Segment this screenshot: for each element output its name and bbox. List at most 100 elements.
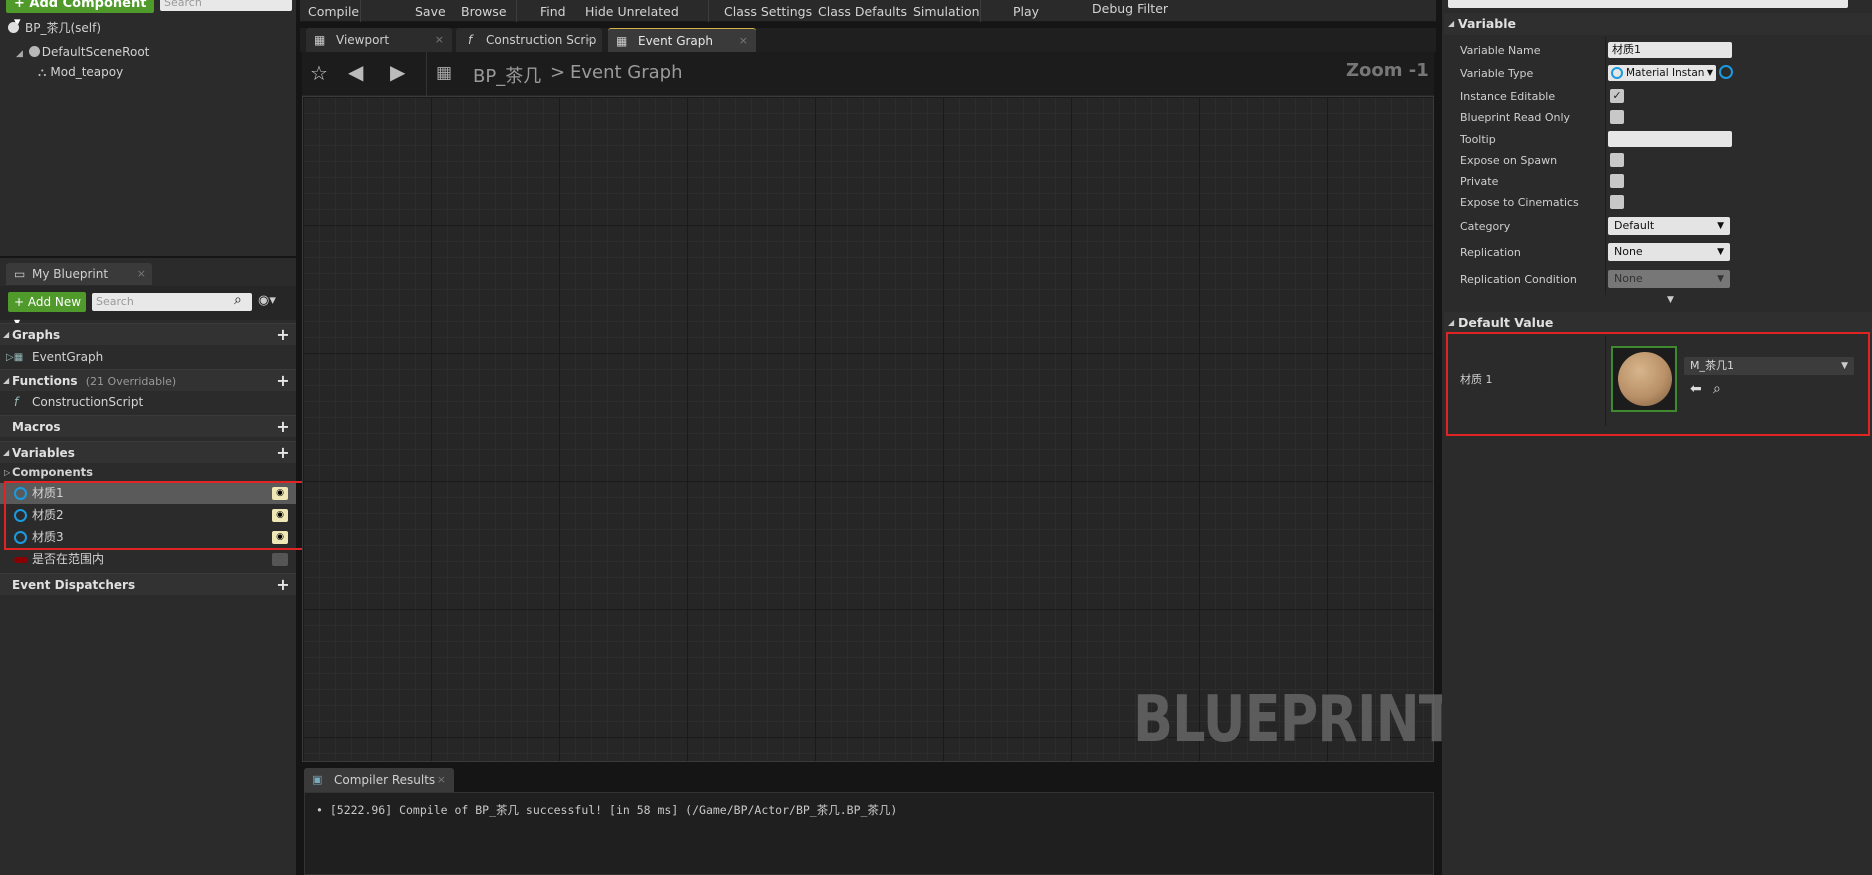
tab-my-blueprint[interactable]: ▭ My Blueprint ×: [6, 263, 152, 285]
instance-editable-label: Instance Editable: [1460, 90, 1556, 103]
replication-dropdown[interactable]: None ▼: [1608, 243, 1730, 261]
function-icon: f: [14, 395, 19, 409]
document-tabs: ▦ Viewport × f Construction Scrip × ▦ Ev…: [300, 28, 1436, 52]
toolbar-separator: [516, 0, 517, 22]
graph-icon: ▦: [616, 34, 628, 48]
tooltip-input[interactable]: [1608, 131, 1732, 147]
chevron-down-icon: ▼: [1717, 221, 1724, 231]
simulation-button[interactable]: Simulation: [913, 4, 980, 19]
forward-arrow-icon[interactable]: ▶: [390, 60, 405, 84]
container-type-icon[interactable]: [1719, 65, 1733, 79]
graph-icon: ▦: [436, 63, 453, 83]
back-arrow-icon[interactable]: ◀: [348, 60, 363, 84]
graph-icon: ▷▦: [6, 352, 24, 363]
variable-type-label: Variable Type: [1460, 67, 1534, 80]
breadcrumb-blueprint[interactable]: BP_茶几: [473, 62, 541, 88]
expose-cinematics-checkbox[interactable]: [1610, 195, 1624, 209]
compile-button[interactable]: Compile: [308, 4, 359, 19]
breadcrumb-separator-chevron: >: [550, 62, 566, 83]
show-advanced-chevron-icon[interactable]: ▼: [1667, 295, 1674, 305]
tab-construction-script[interactable]: f Construction Scrip ×: [456, 28, 602, 52]
tree-item-mod-teapoy[interactable]: ⛬ Mod_teapoy: [38, 65, 123, 80]
private-label: Private: [1460, 175, 1499, 188]
add-macro-plus-icon[interactable]: +: [276, 419, 290, 435]
highlight-box-variables: [4, 481, 304, 550]
hide-unrelated-button[interactable]: Hide Unrelated: [585, 4, 679, 19]
class-settings-button[interactable]: Class Settings: [724, 4, 812, 19]
close-icon[interactable]: ×: [585, 28, 594, 52]
save-button[interactable]: Save: [415, 4, 446, 19]
book-icon: ▭: [14, 267, 26, 281]
viewport-icon: ▦: [314, 33, 326, 47]
column-divider: [1605, 37, 1606, 295]
list-item-event-graph[interactable]: ▷▦ EventGraph: [0, 347, 296, 368]
expose-on-spawn-checkbox[interactable]: [1610, 153, 1624, 167]
add-component-button[interactable]: + Add Component ▾: [6, 0, 154, 30]
tree-item-default-scene-root[interactable]: ◢ DefaultSceneRoot: [16, 45, 149, 59]
add-function-plus-icon[interactable]: +: [276, 373, 290, 389]
event-graph-canvas[interactable]: [302, 96, 1434, 762]
tab-viewport[interactable]: ▦ Viewport ×: [306, 28, 452, 52]
breadcrumb-event-graph[interactable]: Event Graph: [570, 62, 683, 83]
variable-item-in-range-bool[interactable]: 是否在范围内: [0, 549, 296, 570]
main-toolbar: Compile Save Browse Find Hide Unrelated …: [300, 0, 1436, 22]
compiler-message: • [5222.96] Compile of BP_茶几 successful!…: [316, 803, 898, 817]
add-new-button[interactable]: + Add New ▾: [8, 292, 86, 329]
view-options-eye-icon[interactable]: ◉▾: [258, 293, 276, 308]
actor-icon: [8, 22, 19, 33]
highlight-box-default-value: [1446, 332, 1870, 436]
list-item-components[interactable]: ▷ Components: [0, 462, 296, 483]
add-event-dispatcher-plus-icon[interactable]: +: [276, 577, 290, 593]
debug-filter-dropdown[interactable]: Debug Filter: [1092, 1, 1168, 16]
expose-cinematics-label: Expose to Cinematics: [1460, 196, 1579, 209]
browse-button[interactable]: Browse: [461, 4, 507, 19]
section-functions[interactable]: ◢ Functions (21 Overridable) +: [0, 369, 296, 391]
function-icon: f: [468, 33, 473, 47]
my-blueprint-search-input[interactable]: Search: [92, 293, 252, 311]
section-variables[interactable]: ◢ Variables +: [0, 441, 296, 463]
section-macros[interactable]: Macros +: [0, 415, 296, 437]
breadcrumb-separator: [426, 52, 427, 96]
variable-type-dropdown[interactable]: Material Instan ▼: [1608, 65, 1716, 81]
tab-event-graph[interactable]: ▦ Event Graph ×: [608, 28, 756, 52]
blueprint-read-only-checkbox[interactable]: [1610, 110, 1624, 124]
tree-item-self[interactable]: BP_茶几(self): [8, 19, 101, 36]
variable-name-input[interactable]: 材质1: [1608, 42, 1732, 58]
close-icon[interactable]: ×: [739, 29, 748, 53]
close-icon[interactable]: ×: [437, 768, 446, 792]
category-dropdown[interactable]: Default ▼: [1608, 217, 1730, 235]
favorite-star-icon[interactable]: ☆: [310, 61, 328, 85]
details-search-input[interactable]: [1448, 0, 1848, 8]
close-icon[interactable]: ×: [435, 28, 444, 52]
section-graphs[interactable]: ◢ Graphs +: [0, 323, 296, 345]
section-event-dispatchers[interactable]: Event Dispatchers +: [0, 573, 296, 595]
tab-compiler-results[interactable]: ▣ Compiler Results ×: [304, 768, 454, 792]
chevron-down-icon: ▼: [1717, 247, 1724, 257]
static-mesh-icon: ⛬: [38, 65, 47, 79]
visibility-closed-eye-icon[interactable]: [272, 553, 288, 566]
replication-condition-dropdown[interactable]: None ▼: [1608, 270, 1730, 288]
components-panel: [0, 0, 296, 256]
blueprint-watermark: BLUEPRINT: [1133, 683, 1455, 757]
private-checkbox[interactable]: [1610, 174, 1624, 188]
add-variable-plus-icon[interactable]: +: [276, 445, 290, 461]
find-button[interactable]: Find: [540, 4, 566, 19]
add-graph-plus-icon[interactable]: +: [276, 327, 290, 343]
variable-name-label: Variable Name: [1460, 44, 1541, 57]
instance-editable-checkbox[interactable]: ✓: [1610, 89, 1624, 103]
section-variable[interactable]: ◢ Variable: [1444, 13, 1872, 35]
chevron-down-icon: ▼: [1717, 274, 1724, 284]
components-search-input[interactable]: Search: [160, 0, 292, 11]
tooltip-label: Tooltip: [1460, 133, 1496, 146]
expose-on-spawn-label: Expose on Spawn: [1460, 154, 1558, 167]
search-icon[interactable]: ⌕: [234, 292, 242, 308]
boolean-pin-icon: [14, 557, 28, 563]
object-reference-pin-icon: [1611, 67, 1623, 79]
toolbar-separator: [360, 0, 361, 22]
close-icon[interactable]: ×: [137, 263, 146, 285]
class-defaults-button[interactable]: Class Defaults: [818, 4, 907, 19]
section-default-value[interactable]: ◢ Default Value: [1444, 312, 1872, 334]
list-item-construction-script[interactable]: f ConstructionScript: [0, 392, 296, 413]
play-button[interactable]: Play: [1013, 4, 1039, 19]
expand-arrow-icon: ◢: [16, 49, 23, 59]
